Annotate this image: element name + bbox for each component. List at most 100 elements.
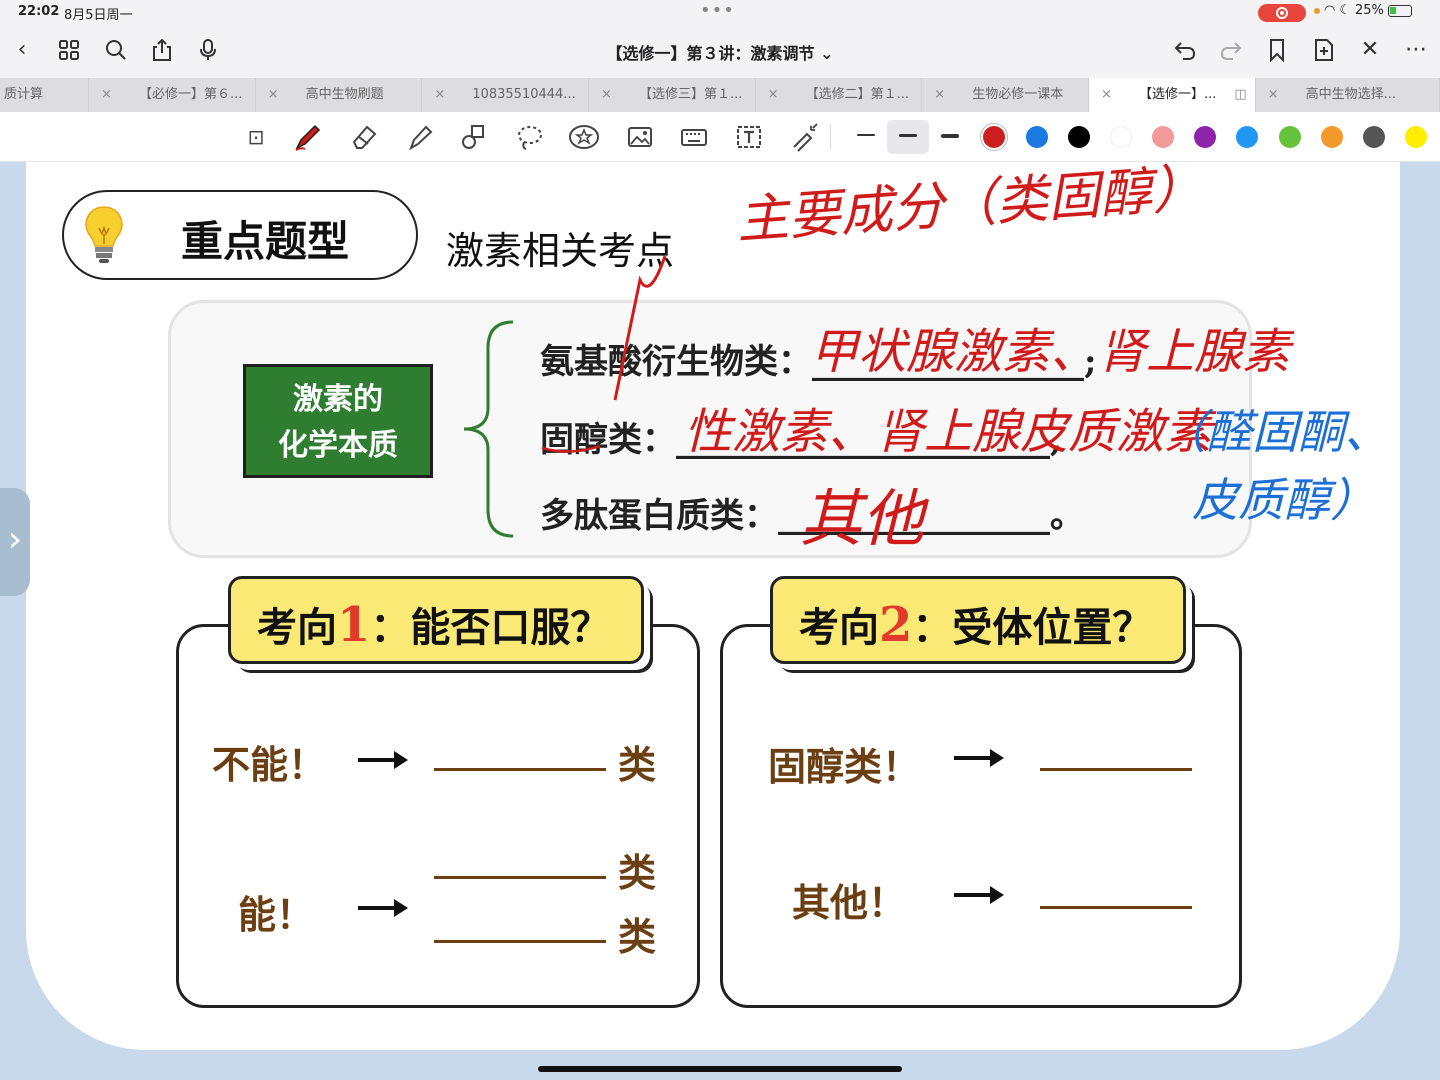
tab-item[interactable]: × 【选修三】第１... — [589, 78, 756, 112]
tab-item[interactable]: ×质计算 — [0, 78, 90, 112]
steroid-label: 固醇类！ — [768, 744, 921, 789]
shapes-icon[interactable] — [458, 122, 490, 152]
add-page-icon[interactable] — [1310, 36, 1338, 64]
mic-indicator-icon — [1314, 7, 1320, 14]
status-time: 22:02 — [18, 4, 60, 19]
pen-tool-icon[interactable] — [292, 122, 324, 152]
lasso-icon[interactable] — [514, 122, 546, 152]
tab-close-icon[interactable]: × — [934, 78, 945, 112]
tab-item-active[interactable]: × 【选修一】... ◫ — [1088, 78, 1256, 112]
toolbar-divider — [830, 124, 831, 150]
blank-line — [1040, 768, 1192, 771]
slide-subtitle: 激素相关考点 — [446, 229, 675, 273]
type-suffix: 类 — [618, 850, 657, 895]
color-swatch-red[interactable] — [983, 126, 1005, 148]
color-swatch-purple[interactable] — [1194, 126, 1216, 148]
lasso-zoom-icon[interactable]: ⊡ — [240, 122, 272, 152]
tab-item[interactable]: × 10835510444... — [422, 78, 589, 112]
slide-title: 重点题型 — [180, 217, 349, 266]
thin-line-option[interactable] — [857, 134, 875, 136]
laser-pointer-icon[interactable] — [788, 122, 820, 152]
wifi-icon: ◠ — [1324, 3, 1336, 18]
tab-close-icon[interactable]: × — [768, 78, 779, 112]
screen-record-icon[interactable] — [1258, 4, 1306, 22]
line-selected-bg — [887, 120, 929, 154]
more-icon[interactable]: ⋯ — [1402, 36, 1430, 64]
color-swatch-light-blue[interactable] — [1236, 126, 1258, 148]
split-view-icon[interactable]: ◫ — [1234, 78, 1246, 112]
redo-icon[interactable] — [1217, 36, 1245, 64]
tab-bar: ×质计算 ×【必修一】第６... ×高中生物刷题 ×10835510444...… — [0, 78, 1440, 112]
arrow-right-icon — [358, 751, 408, 769]
type-suffix: 类 — [618, 914, 657, 959]
eraser-icon[interactable] — [348, 122, 380, 152]
undo-icon[interactable] — [1171, 36, 1199, 64]
bookmark-icon[interactable] — [1263, 36, 1291, 64]
multitask-dots-icon[interactable]: ••• — [700, 0, 735, 21]
green-label-box: 激素的 化学本质 — [243, 364, 433, 478]
card-receptor-header: 考向2：受体位置？ — [770, 576, 1186, 664]
tab-item[interactable]: × 高中生物刷题 — [256, 78, 423, 112]
battery-percent: 25% — [1355, 3, 1384, 18]
arrow-right-icon — [358, 899, 408, 917]
status-right: ◠ ☾ 25% — [1314, 3, 1412, 18]
tab-item[interactable]: × 【选修二】第１... — [756, 78, 923, 112]
other-label: 其他！ — [792, 880, 907, 925]
color-swatch-pink[interactable] — [1152, 126, 1174, 148]
row-peptide: 多肽蛋白质类：________________。 — [540, 496, 1084, 536]
color-swatch-yellow[interactable] — [1405, 126, 1427, 148]
color-swatch-gray[interactable] — [1363, 126, 1385, 148]
tab-close-icon[interactable]: × — [268, 78, 279, 112]
document-title[interactable]: 【选修一】第３讲：激素调节 ⌄ — [560, 40, 880, 64]
color-swatch-blue[interactable] — [1026, 126, 1048, 148]
microphone-icon[interactable] — [194, 36, 222, 64]
tab-close-icon[interactable]: × — [434, 78, 445, 112]
medium-line-option[interactable] — [899, 134, 917, 137]
status-date: 8月5日周一 — [64, 8, 133, 23]
arrow-right-icon — [954, 886, 1004, 904]
keyboard-icon[interactable] — [678, 122, 710, 152]
green-label-line-2: 化学本质 — [278, 428, 398, 463]
text-box-icon[interactable] — [733, 122, 765, 152]
share-icon[interactable] — [148, 36, 176, 64]
curly-brace — [463, 320, 514, 538]
sticker-icon[interactable] — [568, 122, 600, 152]
blank-line — [434, 876, 606, 879]
close-icon[interactable]: ✕ — [1356, 36, 1384, 64]
battery-icon — [1387, 4, 1412, 17]
color-swatch-black[interactable] — [1068, 126, 1090, 148]
moon-icon: ☾ — [1339, 3, 1351, 18]
row-amino-acid: 氨基酸衍生物类：________________; — [540, 342, 1097, 382]
drawing-toolbar: ⊡ — [0, 112, 1440, 162]
thick-line-option[interactable] — [941, 134, 959, 138]
arrow-right-icon — [954, 749, 1004, 767]
type-suffix: 类 — [618, 742, 657, 787]
card-receptor — [720, 624, 1242, 1008]
green-label-line-1: 激素的 — [293, 382, 383, 417]
grid-view-icon[interactable] — [55, 36, 83, 64]
tab-item[interactable]: × 高中生物选择... — [1256, 78, 1440, 112]
color-swatch-white[interactable] — [1110, 126, 1132, 148]
tab-item[interactable]: × 【必修一】第６... — [89, 78, 256, 112]
tab-close-icon[interactable]: × — [101, 78, 112, 112]
back-chevron-icon[interactable]: ‹ — [8, 36, 36, 64]
nav-bar: ‹ 【选修一】第３讲：激素调节 ⌄ ✕ ⋯ — [0, 26, 1440, 78]
blank-line — [434, 940, 606, 943]
cannot-label: 不能！ — [212, 742, 327, 787]
status-bar: 22:02 8月5日周一 ••• ◠ ☾ 25% — [0, 0, 1440, 26]
highlighter-icon[interactable] — [404, 122, 436, 152]
tab-close-icon[interactable]: × — [1101, 78, 1112, 112]
sidebar-toggle-chevron-icon[interactable]: › — [0, 488, 30, 596]
tab-close-icon[interactable]: × — [1268, 78, 1279, 112]
blank-line — [434, 768, 606, 771]
card-oral-header: 考向1：能否口服？ — [228, 576, 644, 664]
can-label: 能！ — [238, 892, 315, 937]
home-indicator[interactable] — [538, 1066, 902, 1072]
image-icon[interactable] — [624, 122, 656, 152]
row-steroid: 固醇类：______________________, — [540, 420, 1062, 460]
color-swatch-orange[interactable] — [1321, 126, 1343, 148]
tab-item[interactable]: × 生物必修一课本 — [922, 78, 1089, 112]
color-swatch-green[interactable] — [1279, 126, 1301, 148]
tab-close-icon[interactable]: × — [601, 78, 612, 112]
search-icon[interactable] — [102, 36, 130, 64]
